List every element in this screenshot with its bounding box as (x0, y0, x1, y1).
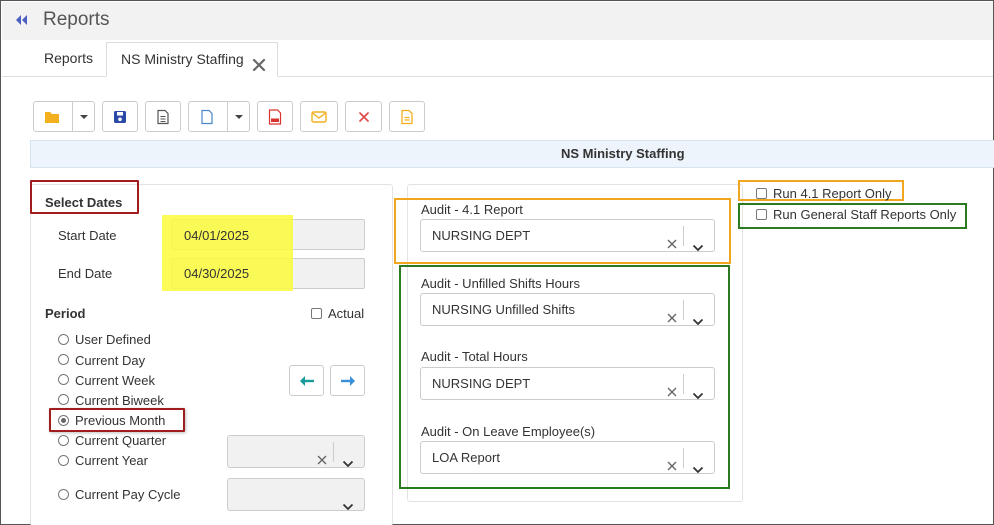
page-title: Reports (43, 9, 110, 30)
clear-icon[interactable] (666, 304, 678, 323)
note-icon (401, 109, 413, 124)
period-option-label: Current Day (75, 353, 146, 368)
actual-checkbox[interactable] (311, 308, 322, 319)
select-divider (683, 226, 684, 246)
select-divider (683, 448, 684, 468)
pdf-button[interactable] (257, 101, 293, 132)
save-button[interactable] (102, 101, 138, 132)
audit-leave-select[interactable]: LOA Report (420, 441, 715, 474)
open-button[interactable] (33, 101, 95, 132)
radio-current-year[interactable] (58, 455, 69, 466)
radio-user-defined[interactable] (58, 334, 69, 345)
radio-current-biweek[interactable] (58, 394, 69, 405)
run-general-checkbox[interactable] (756, 209, 767, 220)
quarter-select[interactable] (227, 435, 365, 468)
audit-unfilled-select[interactable]: NURSING Unfilled Shifts (420, 293, 715, 326)
chevron-down-icon[interactable] (342, 491, 354, 511)
chevron-down-icon[interactable] (692, 306, 704, 326)
radio-previous-month[interactable] (58, 415, 69, 426)
end-date-label: End Date (58, 266, 113, 281)
note-button[interactable] (389, 101, 425, 132)
audit-41-value: NURSING DEPT (432, 228, 531, 243)
section-title: NS Ministry Staffing (561, 146, 685, 161)
run-general-label: Run General Staff Reports Only (773, 207, 957, 222)
period-option-label: Current Year (75, 453, 148, 468)
chevron-down-icon[interactable] (692, 232, 704, 252)
mail-icon (311, 110, 327, 123)
folder-icon (45, 111, 59, 123)
document-icon (157, 109, 169, 124)
arrow-right-icon (341, 376, 355, 386)
delete-button[interactable] (345, 101, 382, 132)
audit-41-label: Audit - 4.1 Report (421, 202, 523, 217)
tab-label: NS Ministry Staffing (121, 51, 244, 67)
period-option-label: Current Pay Cycle (75, 487, 181, 502)
new-document-button[interactable] (188, 101, 250, 132)
new-document-icon (201, 109, 213, 124)
audit-unfilled-value: NURSING Unfilled Shifts (432, 302, 576, 317)
radio-current-day[interactable] (58, 354, 69, 365)
audit-leave-label: Audit - On Leave Employee(s) (421, 424, 596, 439)
pdf-icon (268, 108, 282, 125)
run-41-label: Run 4.1 Report Only (773, 186, 892, 201)
period-option-label: Current Week (75, 373, 155, 388)
delete-icon (358, 111, 369, 122)
close-icon[interactable] (251, 52, 267, 72)
audit-total-label: Audit - Total Hours (421, 349, 528, 364)
arrow-left-icon (300, 376, 314, 386)
clear-icon[interactable] (666, 378, 678, 397)
clear-icon[interactable] (666, 230, 678, 249)
clear-icon[interactable] (666, 452, 678, 471)
document-button[interactable] (145, 101, 181, 132)
email-button[interactable] (300, 101, 338, 132)
previous-period-button[interactable] (289, 365, 324, 396)
save-icon (114, 110, 126, 123)
select-dates-heading: Select Dates (45, 195, 123, 210)
audit-total-value: NURSING DEPT (432, 376, 531, 391)
select-divider (683, 374, 684, 394)
audit-total-select[interactable]: NURSING DEPT (420, 367, 715, 400)
open-dropdown-chevron-icon[interactable] (72, 102, 94, 131)
start-date-label: Start Date (58, 228, 117, 243)
chevron-down-icon[interactable] (342, 448, 354, 468)
actual-label: Actual (328, 306, 365, 321)
audit-leave-value: LOA Report (432, 450, 500, 465)
start-date-value: 04/01/2025 (184, 228, 250, 243)
audit-unfilled-label: Audit - Unfilled Shifts Hours (421, 276, 580, 291)
tab-bar: Reports NS Ministry Staffing (2, 40, 993, 77)
period-label: Period (45, 306, 86, 321)
run-41-checkbox[interactable] (756, 188, 767, 199)
radio-current-week[interactable] (58, 374, 69, 385)
period-option-label: Current Quarter (75, 433, 167, 448)
section-header: NS Ministry Staffing (30, 140, 994, 168)
radio-current-pay-cycle[interactable] (58, 489, 69, 500)
new-document-dropdown-chevron-icon[interactable] (227, 102, 249, 131)
select-divider (683, 300, 684, 320)
next-period-button[interactable] (330, 365, 365, 396)
period-option-label: Previous Month (75, 413, 166, 428)
tab-reports[interactable]: Reports (32, 42, 105, 77)
period-option-label: User Defined (75, 332, 151, 347)
report-window: Reports Reports NS Ministry Staffing NS … (0, 0, 994, 525)
chevron-down-icon[interactable] (692, 454, 704, 474)
period-option-label: Current Biweek (75, 393, 164, 408)
top-bar: Reports (2, 2, 993, 40)
collapse-sidebar-icon[interactable] (14, 13, 30, 27)
end-date-value: 04/30/2025 (184, 266, 250, 281)
tab-ns-ministry-staffing[interactable]: NS Ministry Staffing (106, 42, 278, 77)
select-divider (333, 442, 334, 462)
radio-current-quarter[interactable] (58, 435, 69, 446)
audit-41-select[interactable]: NURSING DEPT (420, 219, 715, 252)
clear-icon[interactable] (316, 446, 328, 465)
pay-cycle-select[interactable] (227, 478, 365, 511)
chevron-down-icon[interactable] (692, 380, 704, 400)
